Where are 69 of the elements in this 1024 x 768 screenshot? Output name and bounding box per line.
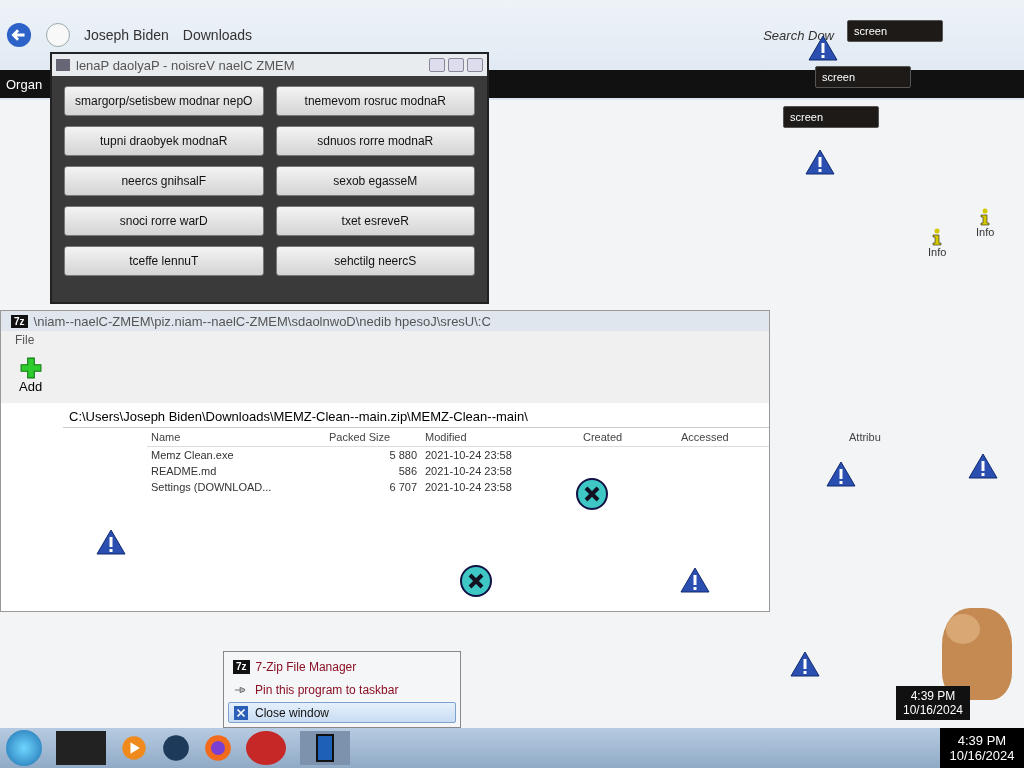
date-label: 10/16/2024	[902, 703, 964, 717]
payload-button[interactable]: tnemevom rosruc modnaR	[275, 86, 475, 116]
payload-button[interactable]: snoci rorre warD	[64, 206, 264, 236]
app-logo-icon: 7z	[11, 314, 28, 328]
clock[interactable]: 4:39 PM 10/16/2024	[940, 728, 1024, 768]
table-cell-text: 2021-10-24 23:58	[424, 449, 513, 461]
column-header[interactable]: Created	[579, 431, 677, 443]
column-header[interactable]: Modified	[421, 431, 579, 443]
close-icon	[233, 705, 249, 720]
info-label: Info	[928, 246, 947, 258]
app-icon	[56, 59, 70, 71]
table-cell-text: 5 880	[388, 449, 418, 461]
start-button[interactable]	[6, 730, 42, 766]
payload-button[interactable]: neercs gnihsalF	[64, 166, 264, 196]
warning-icon	[805, 148, 835, 176]
organize-button[interactable]: Organ	[0, 76, 43, 92]
time-label: 4:39 PM	[910, 689, 956, 703]
payload-button[interactable]: sdnuos rorre modnaR	[275, 126, 475, 156]
table-cell-text: 6 707	[388, 481, 418, 493]
tablet-icon[interactable]	[300, 731, 350, 765]
warning-icon	[968, 452, 998, 480]
path-field[interactable]: C:\Users\Joseph Biden\Downloads\MEMZ-Clean--main.zip\MEMZ-Clean--main\	[63, 409, 769, 428]
payload-button[interactable]: smargorp/setisbew modnar nepO	[64, 86, 264, 116]
search-field[interactable]: Search Dow	[763, 27, 834, 43]
menu-item[interactable]: Close window	[228, 702, 456, 723]
breadcrumb-item[interactable]: Joseph Biden	[84, 27, 169, 43]
info-label: Info	[976, 226, 995, 238]
payload-button[interactable]: txet esreveR	[275, 206, 475, 236]
column-header[interactable]: Packed Size	[325, 431, 421, 443]
file-name-cell[interactable]: Memz Clean.exe	[147, 449, 325, 461]
column-header[interactable]: Name	[147, 431, 325, 443]
file-name-cell[interactable]: Settings (DOWNLOAD...	[147, 481, 325, 493]
plus-icon	[19, 357, 42, 379]
payload-button[interactable]: screen	[815, 66, 911, 88]
error-icon	[460, 565, 492, 597]
warning-icon	[790, 650, 820, 678]
maximize-button[interactable]	[448, 58, 464, 72]
column-header[interactable]: Attribu	[845, 431, 923, 443]
window-title: \niam--naelC-ZMEM\piz.niam--naelC-ZMEM\sdaolnwoD\nedib hpesoJ\sresU\:C	[33, 313, 491, 329]
app-logo-icon: 7z	[233, 659, 250, 674]
info-icon[interactable]	[930, 228, 945, 246]
warning-icon	[680, 566, 710, 594]
media-player-icon[interactable]	[120, 734, 148, 762]
error-icon	[576, 478, 608, 510]
column-header[interactable]: Accessed	[677, 431, 845, 443]
app-icon[interactable]	[246, 731, 286, 765]
window-title: lenaP daolyaP - noisreV naelC ZMEM	[76, 57, 295, 73]
warning-icon	[826, 460, 856, 488]
warning-icon	[96, 528, 126, 556]
info-icon[interactable]	[978, 208, 993, 226]
table-cell-text: 2021-10-24 23:58	[424, 481, 513, 493]
breadcrumb-item[interactable]: Downloads	[182, 27, 253, 43]
add-button[interactable]: Add	[13, 353, 49, 398]
forward-button[interactable]	[46, 23, 70, 47]
menu-item[interactable]: File	[15, 333, 35, 347]
payload-button[interactable]: tupni draobyek modnaR	[64, 126, 264, 156]
browser-icon[interactable]	[204, 734, 232, 762]
menu-item[interactable]: 7z 7-Zip File Manager	[228, 656, 456, 677]
file-name-cell[interactable]: README.md	[147, 465, 325, 477]
menu-item[interactable]: Pin this program to taskbar	[228, 679, 456, 700]
payload-button[interactable]: sexob egasseM	[275, 166, 475, 196]
table-cell-text: 2021-10-24 23:58	[424, 465, 513, 477]
close-button[interactable]	[467, 58, 483, 72]
minimize-button[interactable]	[429, 58, 445, 72]
payload-button[interactable]: tceffe lennuT	[64, 246, 264, 276]
payload-button[interactable]: screen	[847, 20, 943, 42]
payload-button[interactable]: sehctilg neercS	[275, 246, 475, 276]
table-cell-text: 586	[397, 465, 418, 477]
payload-button[interactable]: screen	[783, 106, 879, 128]
